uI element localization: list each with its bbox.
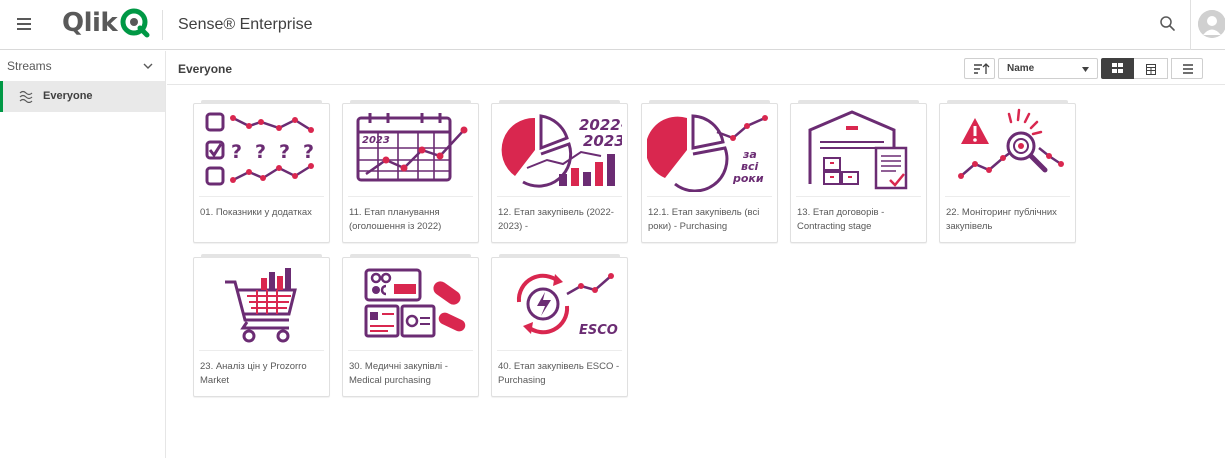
product-title: Sense® Enterprise — [178, 16, 313, 33]
app-card[interactable]: 30. Медичні закупівлі - Medical purchasi… — [342, 254, 479, 397]
question-mark: ? — [303, 141, 314, 163]
checklist-questions-icon: ? ? ? ? — [205, 112, 314, 186]
medicine-pills-icon — [364, 268, 466, 338]
user-avatar-icon[interactable] — [1198, 10, 1225, 38]
card-tab — [649, 100, 770, 104]
table-view-button[interactable] — [1134, 58, 1168, 79]
logo-text: Qlik — [62, 8, 118, 38]
card-divider — [348, 350, 473, 351]
stream-toolbar: Everyone Name — [167, 51, 1225, 85]
card-divider — [945, 196, 1070, 197]
card-divider — [199, 196, 324, 197]
card-divider — [199, 350, 324, 351]
calendar-year: 2023 — [362, 135, 390, 146]
app-title: 23. Аналіз цін у Prozorro Market — [200, 361, 307, 386]
card-divider — [348, 196, 473, 197]
esco-text: ESCO — [579, 323, 618, 338]
hamburger-menu-icon[interactable] — [17, 16, 31, 30]
shopping-cart-chart-icon — [225, 268, 297, 343]
all-years-text: роки — [732, 172, 764, 185]
warehouse-document-icon — [808, 110, 908, 190]
streams-label: Streams — [7, 59, 52, 73]
pie-bar-2022-2023-icon: 2022- 2023 — [501, 114, 622, 188]
app-title: 40. Етап закупівель ESCO - Purchasing — [498, 361, 620, 386]
stream-icon — [19, 90, 33, 103]
app-card[interactable]: ESCO 40. Етап закупівель ESCO - Purchasi… — [491, 254, 628, 397]
sort-order-button[interactable] — [964, 58, 995, 79]
card-tab — [798, 100, 919, 104]
sidebar-item-label: Everyone — [43, 90, 93, 102]
alert-magnifier-icon — [958, 108, 1064, 179]
app-card[interactable]: 13. Етап договорів - Contracting stage — [790, 100, 927, 243]
app-card[interactable]: 2022- 2023 12. Етап закупівель (2022-202… — [491, 100, 628, 243]
stream-title: Everyone — [178, 62, 233, 76]
card-divider — [796, 196, 921, 197]
pie-all-years-icon: за всі роки — [647, 114, 768, 192]
app-card[interactable]: 22. Моніторинг публічних закупівель — [939, 100, 1076, 243]
streams-sidebar: Streams Everyone — [0, 51, 166, 458]
card-tab — [499, 254, 620, 258]
caret-down-icon — [1082, 67, 1089, 72]
grid-view-button[interactable] — [1101, 58, 1134, 79]
header-divider — [162, 10, 163, 40]
question-mark: ? — [231, 141, 242, 163]
chevron-down-icon — [143, 63, 153, 69]
calendar-2023-trend-icon: 2023 — [356, 113, 468, 182]
card-divider — [497, 350, 622, 351]
app-title: 12.1. Етап закупівель (всі роки) - Purch… — [648, 207, 760, 232]
card-tab — [201, 254, 322, 258]
card-divider — [497, 196, 622, 197]
card-divider — [647, 196, 772, 197]
app-title: 22. Моніторинг публічних закупівель — [946, 207, 1057, 232]
qlik-logo: Qlik — [62, 8, 150, 38]
header-divider — [1190, 0, 1191, 50]
app-card[interactable]: 2023 11. Етап планування (оголошення із … — [342, 100, 479, 243]
sidebar-item-everyone[interactable]: Everyone — [0, 81, 165, 112]
sort-by-value: Name — [1007, 63, 1035, 74]
app-title: 11. Етап планування (оголошення із 2022) — [349, 207, 442, 232]
app-card[interactable]: 23. Аналіз цін у Prozorro Market — [193, 254, 330, 397]
app-title: 01. Показники у додатках — [200, 207, 312, 218]
year-range-bottom: 2023 — [583, 132, 622, 150]
top-header: Qlik Sense® Enterprise — [0, 0, 1225, 50]
app-title: 12. Етап закупівель (2022-2023) - — [498, 207, 614, 232]
grid-view-icon — [1112, 63, 1123, 73]
card-tab — [201, 100, 322, 104]
app-title: 30. Медичні закупівлі - Medical purchasi… — [349, 361, 448, 386]
list-view-button[interactable] — [1171, 58, 1203, 79]
question-mark: ? — [279, 141, 290, 163]
card-tab — [350, 100, 471, 104]
app-title: 13. Етап договорів - Contracting stage — [797, 207, 885, 232]
sort-by-select[interactable]: Name — [998, 58, 1098, 79]
qlik-q-logo-icon — [120, 8, 150, 38]
card-tab — [350, 254, 471, 258]
app-card[interactable]: за всі роки 12.1. Етап закупівель (всі р… — [641, 100, 778, 243]
question-mark: ? — [255, 141, 266, 163]
search-icon[interactable] — [1158, 14, 1178, 34]
card-tab — [499, 100, 620, 104]
streams-toggle[interactable]: Streams — [0, 51, 165, 81]
esco-energy-cycle-icon: ESCO — [516, 273, 618, 338]
table-view-icon — [1146, 64, 1156, 75]
card-tab — [947, 100, 1068, 104]
sort-ascending-icon — [974, 63, 990, 74]
list-view-icon — [1183, 64, 1193, 74]
app-card[interactable]: ? ? ? ? 01. Показники у додатках — [193, 100, 330, 243]
